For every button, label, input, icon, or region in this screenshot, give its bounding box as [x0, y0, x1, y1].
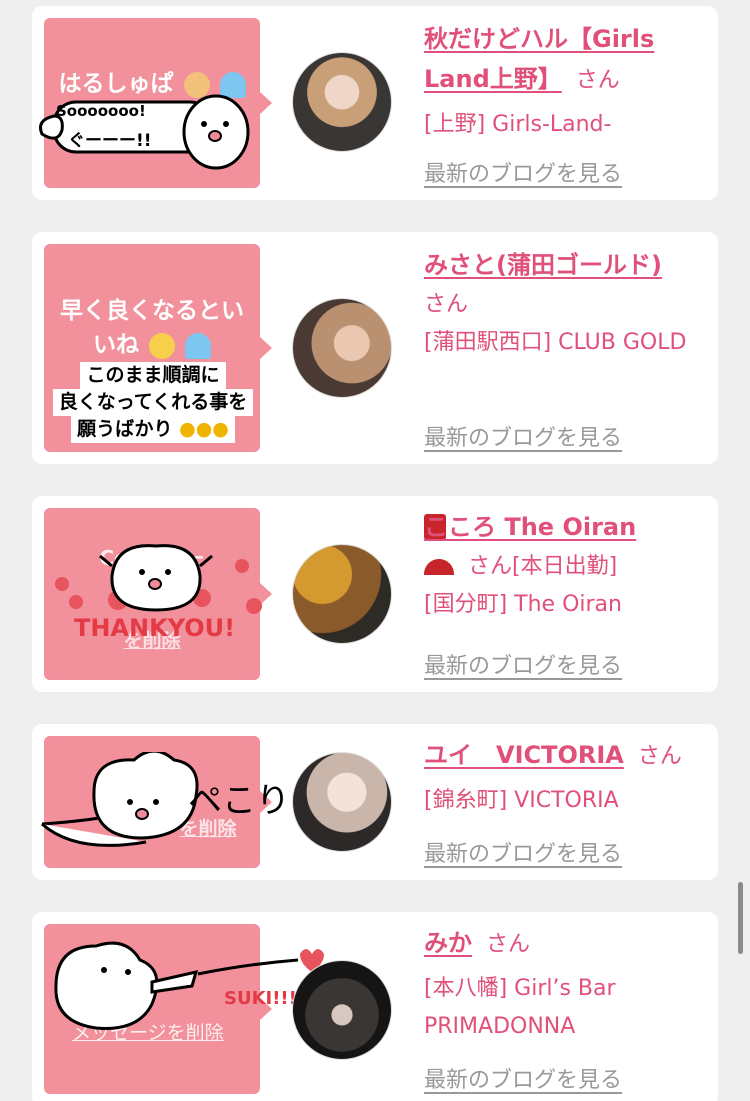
cast-name-link[interactable]: こころ The Oiran: [424, 513, 636, 541]
cast-name-link[interactable]: ユイ VICTORIA: [424, 741, 624, 769]
avatar[interactable]: [292, 52, 392, 152]
honorific: さん: [486, 932, 531, 957]
work-status: [本日出勤]: [512, 554, 618, 579]
message-bubble[interactable]: Co ... パー を削除: [44, 508, 272, 680]
honorific: さん: [637, 744, 682, 769]
caption-line: 願うばかり ●●●: [71, 416, 235, 443]
shop-name: [本八幡] Girl’s Bar PRIMADONNA: [424, 976, 616, 1039]
blue-heart-icon: [185, 332, 212, 359]
pleading-face-icon: [149, 332, 175, 359]
list-item: を削除 ペこり ユイ VICTORIA さん [錦糸町] VICTORIA 最新の…: [32, 724, 718, 880]
list-item: Co ... パー を削除 THANKYOU! こころ The Oiran さん…: [32, 496, 718, 692]
message-bubble[interactable]: メッセージを削除: [44, 924, 272, 1094]
delete-message-link[interactable]: を削除: [52, 626, 252, 653]
caption-sticker: このまま順調に 良くなってくれる事を 願うばかり ●●●: [46, 362, 260, 443]
shop-name: [蒲田駅西口] CLUB GOLD: [424, 330, 687, 355]
message-bubble[interactable]: 早く良くなるといいね このまま順調に 良くなってくれる事を 願うばかり ●●●: [44, 244, 272, 452]
message-bubble[interactable]: を削除: [44, 736, 272, 868]
shop-name: [国分町] The Oiran: [424, 592, 622, 617]
bubble-text: Co ... パー: [99, 546, 205, 570]
honorific: さん: [575, 68, 620, 93]
avatar[interactable]: [292, 544, 392, 644]
cast-name-link[interactable]: みか: [424, 929, 472, 957]
caption-line: このまま順調に: [80, 362, 226, 389]
blue-heart-icon: [219, 71, 246, 98]
list-item: はるしゅぱ Sooooooo! ぐーーー!! 秋だけどハル【Girls Land…: [32, 6, 718, 200]
honorific: さん: [468, 554, 513, 579]
shop-name: [錦糸町] VICTORIA: [424, 788, 619, 813]
avatar[interactable]: [292, 752, 392, 852]
scrollbar[interactable]: [738, 882, 743, 954]
honorific: さん: [424, 292, 469, 317]
list-item: メッセージを削除 SUKI!!! みか さん [本八幡] Girl’s Bar P…: [32, 912, 718, 1101]
message-bubble[interactable]: はるしゅぱ: [44, 18, 272, 188]
shop-name: [上野] Girls-Land-: [424, 112, 612, 137]
bubble-text: はるしゅぱ: [58, 71, 174, 97]
fan-emoji-icon: [424, 559, 454, 575]
latest-blog-link[interactable]: 最新のブログを見る: [424, 1062, 622, 1094]
latest-blog-link[interactable]: 最新のブログを見る: [424, 420, 622, 452]
delete-message-link[interactable]: メッセージを削除: [72, 1018, 252, 1045]
latest-blog-link[interactable]: 最新のブログを見る: [424, 836, 622, 868]
delete-message-link[interactable]: を削除: [164, 814, 252, 841]
avatar[interactable]: [292, 960, 392, 1060]
list-item: 早く良くなるといいね このまま順調に 良くなってくれる事を 願うばかり ●●● …: [32, 232, 718, 464]
latest-blog-link[interactable]: 最新のブログを見る: [424, 156, 622, 188]
cast-name-link[interactable]: みさと(蒲田ゴールド): [424, 251, 662, 279]
avatar[interactable]: [292, 298, 392, 398]
latest-blog-link[interactable]: 最新のブログを見る: [424, 648, 622, 680]
caption-line: 良くなってくれる事を: [52, 389, 254, 416]
dog-emoji-icon: [183, 71, 210, 98]
